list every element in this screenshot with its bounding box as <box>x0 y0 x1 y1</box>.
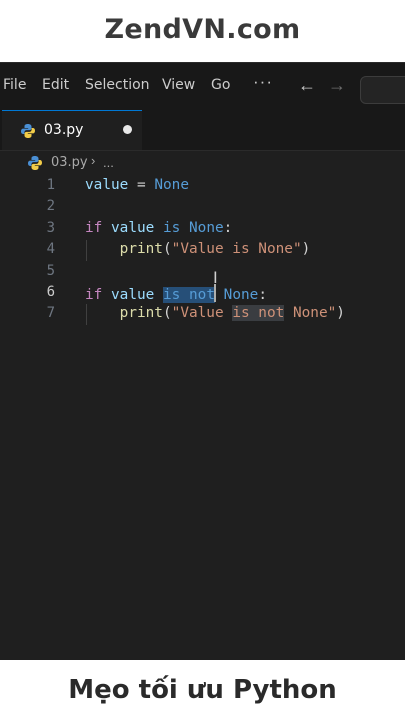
menu-file[interactable]: File <box>3 77 26 93</box>
tab-bar: 03.py <box>0 110 405 151</box>
breadcrumb: 03.py › ... <box>0 151 405 175</box>
unsaved-dot-icon[interactable] <box>123 125 132 134</box>
line-number: 4 <box>46 241 55 257</box>
line-number: 3 <box>46 220 55 236</box>
code-text: if value is not None: <box>85 284 267 303</box>
code-line[interactable]: 7 print("Value is not None") <box>0 304 405 325</box>
menu-edit[interactable]: Edit <box>42 77 69 93</box>
line-number: 2 <box>46 198 55 214</box>
code-line[interactable]: 1 value = None <box>0 176 405 197</box>
site-title: ZendVN.com <box>104 13 301 45</box>
tab-label: 03.py <box>44 122 84 138</box>
arrow-left-icon[interactable]: ← <box>298 75 316 96</box>
command-center-search[interactable] <box>360 76 405 104</box>
menu-selection[interactable]: Selection <box>85 77 150 93</box>
code-line-active[interactable]: 6 if value is not None: <box>0 283 405 304</box>
breadcrumb-file[interactable]: 03.py <box>51 155 88 170</box>
code-text: print("Value is not None") <box>119 305 345 321</box>
code-editor-window: File Edit Selection View Go ··· ← → 03.p… <box>0 62 405 660</box>
more-menu-button[interactable]: ··· <box>253 72 273 92</box>
code-line[interactable]: 4 print("Value is None") <box>0 240 405 261</box>
tab-03-py[interactable]: 03.py <box>2 110 142 150</box>
code-line[interactable]: 3 if value is None: <box>0 219 405 240</box>
selection-occurrence-highlight: is not <box>232 305 285 321</box>
mouse-ibeam-cursor-icon: I <box>213 268 218 287</box>
code-line[interactable]: 5 <box>0 262 405 283</box>
line-number: 6 <box>46 284 55 300</box>
arrow-right-icon[interactable]: → <box>328 75 346 96</box>
site-header: ZendVN.com <box>0 0 405 58</box>
breadcrumb-symbols[interactable]: ... <box>103 155 114 170</box>
code-line[interactable]: 2 <box>0 197 405 218</box>
menu-view[interactable]: View <box>162 77 195 93</box>
line-number: 1 <box>46 177 55 193</box>
caption-text: Mẹo tối ưu Python <box>68 675 337 705</box>
code-text: print("Value is None") <box>119 241 311 257</box>
line-number: 7 <box>46 305 55 321</box>
line-number: 5 <box>46 263 55 279</box>
code-text: if value is None: <box>85 220 233 236</box>
chevron-right-icon: › <box>91 153 96 168</box>
menu-bar: File Edit Selection View Go ··· ← → <box>0 62 405 111</box>
python-file-icon <box>21 124 35 138</box>
caption-footer: Mẹo tối ưu Python <box>0 660 405 720</box>
code-text: value = None <box>85 177 189 193</box>
menu-go[interactable]: Go <box>211 77 230 93</box>
selected-text: is not <box>163 287 215 303</box>
python-file-icon <box>28 156 42 170</box>
